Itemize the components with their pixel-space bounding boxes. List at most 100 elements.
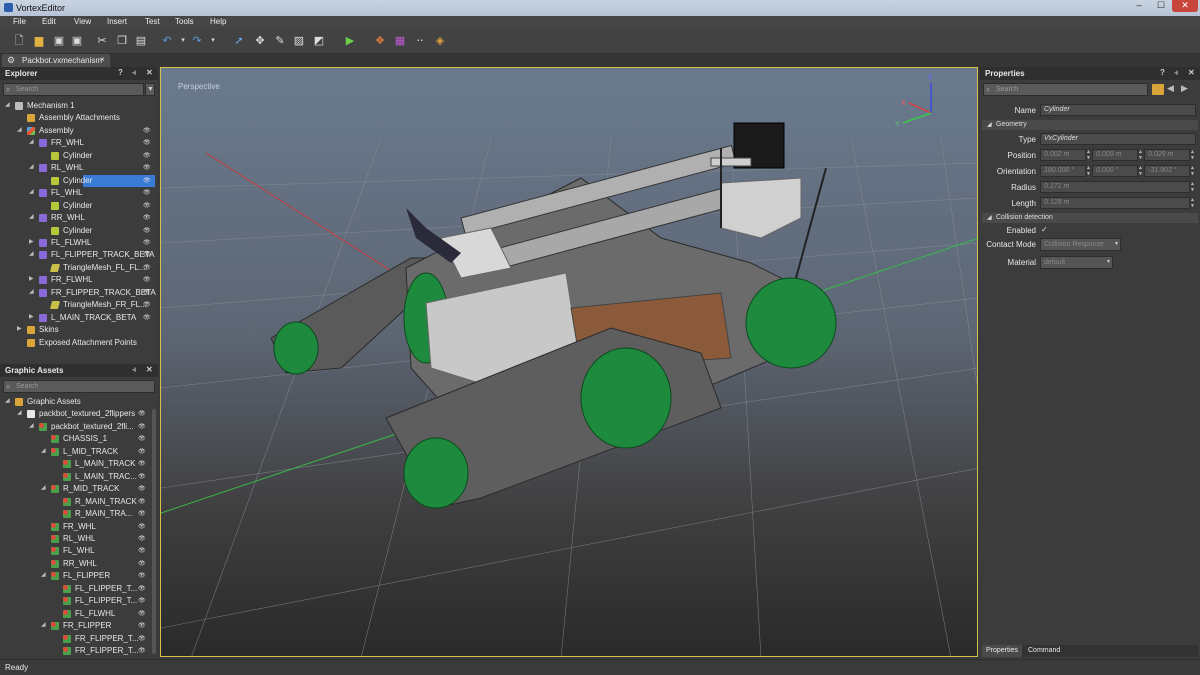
pin-icon[interactable]: ⫞ — [1174, 68, 1178, 78]
visibility-eye-icon[interactable]: 👁 — [143, 164, 151, 171]
collapse-arrow-icon[interactable]: ◢ — [29, 213, 34, 220]
cubes-icon[interactable]: ❖ — [373, 34, 387, 48]
lock-icon[interactable] — [1152, 84, 1164, 95]
paste-icon[interactable]: ▤ — [134, 34, 148, 48]
maximize-button[interactable]: ☐ — [1150, 0, 1172, 12]
visibility-eye-icon[interactable]: 👁 — [143, 314, 151, 321]
visibility-eye-icon[interactable]: 👁 — [138, 610, 146, 617]
orientation-x-field[interactable]: 180.000 ° — [1040, 165, 1086, 177]
tree-row[interactable]: FR_FLIPPER_T... 👁 — [0, 633, 152, 645]
tree-row[interactable]: Exposed Attachment Points — [0, 337, 152, 349]
visibility-eye-icon[interactable]: 👁 — [138, 622, 146, 629]
visibility-eye-icon[interactable]: 👁 — [138, 597, 146, 604]
expand-arrow-icon[interactable]: ▶ — [29, 313, 34, 320]
expand-arrow-icon[interactable]: ▶ — [29, 238, 34, 245]
collapse-arrow-icon[interactable]: ◢ — [41, 447, 46, 454]
visibility-eye-icon[interactable]: 👁 — [143, 227, 151, 234]
tree-row[interactable]: ◢ R_MID_TRACK 👁 — [0, 483, 152, 495]
tree-row[interactable]: L_MAIN_TRACK 👁 — [0, 458, 152, 470]
tree-row[interactable]: ◢ Assembly 👁 — [0, 125, 152, 137]
contact-mode-dropdown[interactable]: Collision Response ▾ — [1040, 238, 1121, 251]
radius-field[interactable]: 0.171 m — [1040, 181, 1190, 193]
tree-row[interactable]: FL_WHL 👁 — [0, 545, 152, 557]
tree-row[interactable]: FR_WHL 👁 — [0, 521, 152, 533]
document-tab[interactable]: ⚙ Packbot.vxmechanism × — [2, 54, 110, 67]
length-spinner[interactable]: ▲ ▼ — [1190, 197, 1196, 209]
help-icon[interactable]: ? — [118, 68, 123, 77]
collision-section-header[interactable]: ◢ Collision detection — [982, 213, 1198, 223]
close-icon[interactable]: ✕ — [146, 68, 153, 77]
radius-spinner[interactable]: ▲ ▼ — [1190, 181, 1196, 193]
collapse-arrow-icon[interactable]: ◢ — [29, 250, 34, 257]
position-z-spinner[interactable]: ▲ ▼ — [1190, 149, 1196, 161]
tree-row[interactable]: Cylinder 👁 — [51, 174, 155, 187]
visibility-eye-icon[interactable]: 👁 — [143, 177, 151, 184]
tree-row[interactable]: ◢ L_MID_TRACK 👁 — [0, 446, 152, 458]
redo-dropdown-icon[interactable]: ▾ — [206, 34, 220, 48]
tree-row[interactable]: L_MAIN_TRAC... 👁 — [0, 471, 152, 483]
tree-row[interactable]: ◢ Mechanism 1 — [0, 100, 152, 112]
tree-row[interactable]: TriangleMesh_FR_FL... 👁 — [0, 299, 152, 311]
redo-icon[interactable]: ↷ — [190, 34, 204, 48]
menu-help[interactable]: Help — [210, 17, 226, 26]
3d-viewport[interactable]: Perspective Z X Y — [160, 67, 978, 657]
position-z-field[interactable]: 0.029 m — [1144, 149, 1190, 161]
tree-row[interactable]: ◢ RR_WHL 👁 — [0, 212, 152, 224]
expand-arrow-icon[interactable]: ▶ — [29, 275, 34, 282]
collapse-arrow-icon[interactable]: ◢ — [29, 288, 34, 295]
collapse-arrow-icon[interactable]: ◢ — [41, 484, 46, 491]
paint-icon[interactable]: ◈ — [433, 34, 447, 48]
help-icon[interactable]: ? — [1160, 68, 1165, 77]
visibility-eye-icon[interactable]: 👁 — [138, 560, 146, 567]
tree-row[interactable]: ◢ packbot_textured_2fli... 👁 — [0, 421, 152, 433]
save-icon[interactable]: ▣ — [52, 34, 66, 48]
name-field[interactable]: Cylinder — [1040, 104, 1196, 116]
tree-row[interactable]: TriangleMesh_FL_FL... 👁 — [0, 262, 152, 274]
visibility-eye-icon[interactable]: 👁 — [138, 510, 146, 517]
play-icon[interactable]: ▶ — [343, 34, 357, 48]
collapse-arrow-icon[interactable]: ◢ — [29, 138, 34, 145]
filter-icon[interactable]: ▼ — [145, 83, 155, 96]
visibility-eye-icon[interactable]: 👁 — [138, 410, 146, 417]
visibility-eye-icon[interactable]: 👁 — [138, 572, 146, 579]
visibility-eye-icon[interactable]: 👁 — [143, 139, 151, 146]
tree-row[interactable]: ▶ FL_FLWHL 👁 — [0, 237, 152, 249]
tree-row[interactable]: ▶ L_MAIN_TRACK_BETA 👁 — [0, 312, 152, 324]
undo-icon[interactable]: ↶ — [160, 34, 174, 48]
tree-row[interactable]: R_MAIN_TRACK 👁 — [0, 496, 152, 508]
explorer-search-input[interactable]: ⌕ Search — [3, 83, 144, 96]
tree-row[interactable]: ◢ RL_WHL 👁 — [0, 162, 152, 174]
material-dropdown[interactable]: default ▾ — [1040, 256, 1113, 269]
visibility-eye-icon[interactable]: 👁 — [138, 460, 146, 467]
move-icon[interactable]: ✥ — [253, 34, 267, 48]
visibility-eye-icon[interactable]: 👁 — [143, 251, 151, 258]
tree-row[interactable]: R_MAIN_TRA... 👁 — [0, 508, 152, 520]
graphic-assets-scrollbar[interactable] — [152, 409, 156, 654]
collapse-arrow-icon[interactable]: ◢ — [5, 397, 10, 404]
visibility-eye-icon[interactable]: 👁 — [138, 535, 146, 542]
collapse-arrow-icon[interactable]: ◢ — [41, 571, 46, 578]
tree-row[interactable]: ◢ FR_FLIPPER_TRACK_BETA 👁 — [0, 287, 156, 299]
expand-arrow-icon[interactable]: ▶ — [17, 325, 22, 332]
close-tab-icon[interactable]: × — [100, 55, 105, 64]
position-x-field[interactable]: 0.002 m — [1040, 149, 1086, 161]
collapse-arrow-icon[interactable]: ◢ — [17, 409, 22, 416]
tree-row[interactable]: ◢ FL_WHL 👁 — [0, 187, 152, 199]
tree-row[interactable]: ◢ FR_FLIPPER 👁 — [0, 620, 152, 632]
close-button[interactable]: ✕ — [1172, 0, 1198, 12]
tab-properties[interactable]: Properties — [982, 645, 1022, 657]
position-y-field[interactable]: 0.009 m — [1092, 149, 1138, 161]
select-arrow-icon[interactable]: ➚ — [232, 34, 246, 48]
visibility-eye-icon[interactable]: 👁 — [143, 239, 151, 246]
palette-icon[interactable]: ▦ — [393, 34, 407, 48]
tree-row[interactable]: FL_FLWHL 👁 — [0, 608, 152, 620]
tree-row[interactable]: ▶ Skins — [0, 324, 152, 336]
ruler-icon[interactable]: ✎ — [273, 34, 287, 48]
graphic-assets-search-input[interactable]: ⌕ Search — [3, 380, 155, 393]
visibility-eye-icon[interactable]: 👁 — [138, 435, 146, 442]
tree-row[interactable]: CHASSIS_1 👁 — [0, 433, 152, 445]
tree-row[interactable]: ◢ packbot_textured_2flippers 👁 — [0, 408, 152, 420]
tree-row[interactable]: ▶ FR_FLWHL 👁 — [0, 274, 152, 286]
tab-command[interactable]: Command — [1024, 645, 1064, 657]
new-document-icon[interactable]: 🗋 — [12, 34, 26, 48]
